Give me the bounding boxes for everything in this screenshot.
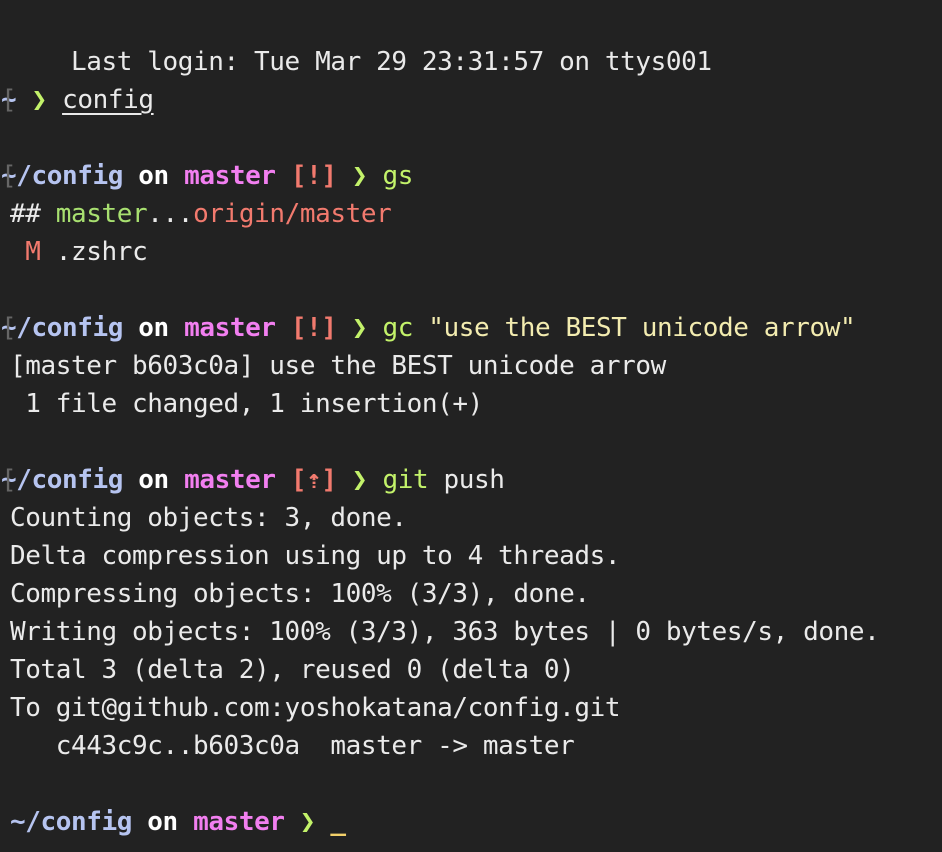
git-status-badge: [!] <box>290 161 337 191</box>
prompt-branch: master <box>193 807 285 837</box>
output-line: [master b603c0a] use the BEST unicode ar… <box>10 347 942 385</box>
gs-prefix: ## <box>10 199 56 229</box>
terminal-window[interactable]: Last login: Tue Mar 29 23:31:57 on ttys0… <box>0 0 942 852</box>
prompt-directory: ~/config <box>1 313 124 343</box>
prompt-branch: master <box>184 465 276 495</box>
prompt-line-4: [~/config on master [⇡] ❯ git push <box>1 465 505 495</box>
command-text: git <box>382 465 429 495</box>
git-ahead-status-badge: [⇡] <box>290 465 337 495</box>
command-text: gc <box>382 313 413 343</box>
output-line: Delta compression using up to 4 threads. <box>10 537 942 575</box>
push-output-text: Delta compression using up to 4 threads. <box>10 541 621 571</box>
prompt-arrow-icon: ❯ <box>351 161 368 191</box>
prompt-on-word: on <box>138 161 169 191</box>
output-line: Total 3 (delta 2), reused 0 (delta 0) <box>10 651 942 689</box>
output-line: 1 file changed, 1 insertion(+) <box>10 385 942 423</box>
commit-summary: [master b603c0a] use the BEST unicode ar… <box>10 351 666 381</box>
modified-file: .zshrc <box>55 237 148 267</box>
prompt-directory: ~/config <box>10 807 133 837</box>
gs-file-line: M .zshrc <box>10 233 942 271</box>
prompt-branch: master <box>184 313 276 343</box>
prompt-on-word: on <box>147 807 178 837</box>
prompt-directory: ~/config <box>1 161 124 191</box>
prompt-line-3: [~/config on master [!] ❯ gc "use the BE… <box>1 313 856 343</box>
output-line: Counting objects: 3, done. <box>10 499 942 537</box>
git-status-badge: [!] <box>290 313 337 343</box>
output-line: To git@github.com:yoshokatana/config.git <box>10 689 942 727</box>
modified-flag: M <box>25 237 41 267</box>
command-argument: push <box>443 465 505 495</box>
prompt-line-5[interactable]: ~/config on master ❯ _ <box>10 803 942 841</box>
gs-remote-branch: origin/master <box>193 199 392 229</box>
prompt-line-1: [~ ❯ config <box>1 85 154 115</box>
prompt-arrow-icon: ❯ <box>351 313 368 343</box>
prompt-on-word: on <box>138 313 169 343</box>
output-line: Writing objects: 100% (3/3), 363 bytes |… <box>10 613 942 651</box>
prompt-on-word: on <box>138 465 169 495</box>
push-output-text: To git@github.com:yoshokatana/config.git <box>10 693 621 723</box>
prompt-branch: master <box>184 161 276 191</box>
gs-separator: ... <box>147 199 194 229</box>
command-text: gs <box>382 161 413 191</box>
push-output-text: Compressing objects: 100% (3/3), done. <box>10 579 590 609</box>
output-line: Compressing objects: 100% (3/3), done. <box>10 575 942 613</box>
gs-local-branch: master <box>55 199 148 229</box>
command-text: config <box>62 85 154 115</box>
prompt-arrow-icon: ❯ <box>31 85 48 115</box>
gs-branch-line: ## master...origin/master <box>10 195 942 233</box>
last-login-line: Last login: Tue Mar 29 23:31:57 on ttys0… <box>10 5 942 77</box>
output-line: c443c9c..b603c0a master -> master <box>10 727 942 765</box>
push-output-text: Writing objects: 100% (3/3), 363 bytes |… <box>10 617 880 647</box>
push-output-text: Counting objects: 3, done. <box>10 503 407 533</box>
prompt-directory: ~/config <box>1 465 124 495</box>
command-argument: "use the BEST unicode arrow" <box>428 313 856 343</box>
last-login-text: Last login: Tue Mar 29 23:31:57 on ttys0… <box>71 47 712 77</box>
push-output-text: c443c9c..b603c0a master -> master <box>10 731 575 761</box>
commit-stats: 1 file changed, 1 insertion(+) <box>10 389 483 419</box>
prompt-arrow-icon: ❯ <box>299 807 316 837</box>
prompt-arrow-icon: ❯ <box>351 465 368 495</box>
text-cursor[interactable]: _ <box>330 807 346 837</box>
prompt-line-2: [~/config on master [!] ❯ gs <box>1 161 413 191</box>
push-output-text: Total 3 (delta 2), reused 0 (delta 0) <box>10 655 575 685</box>
